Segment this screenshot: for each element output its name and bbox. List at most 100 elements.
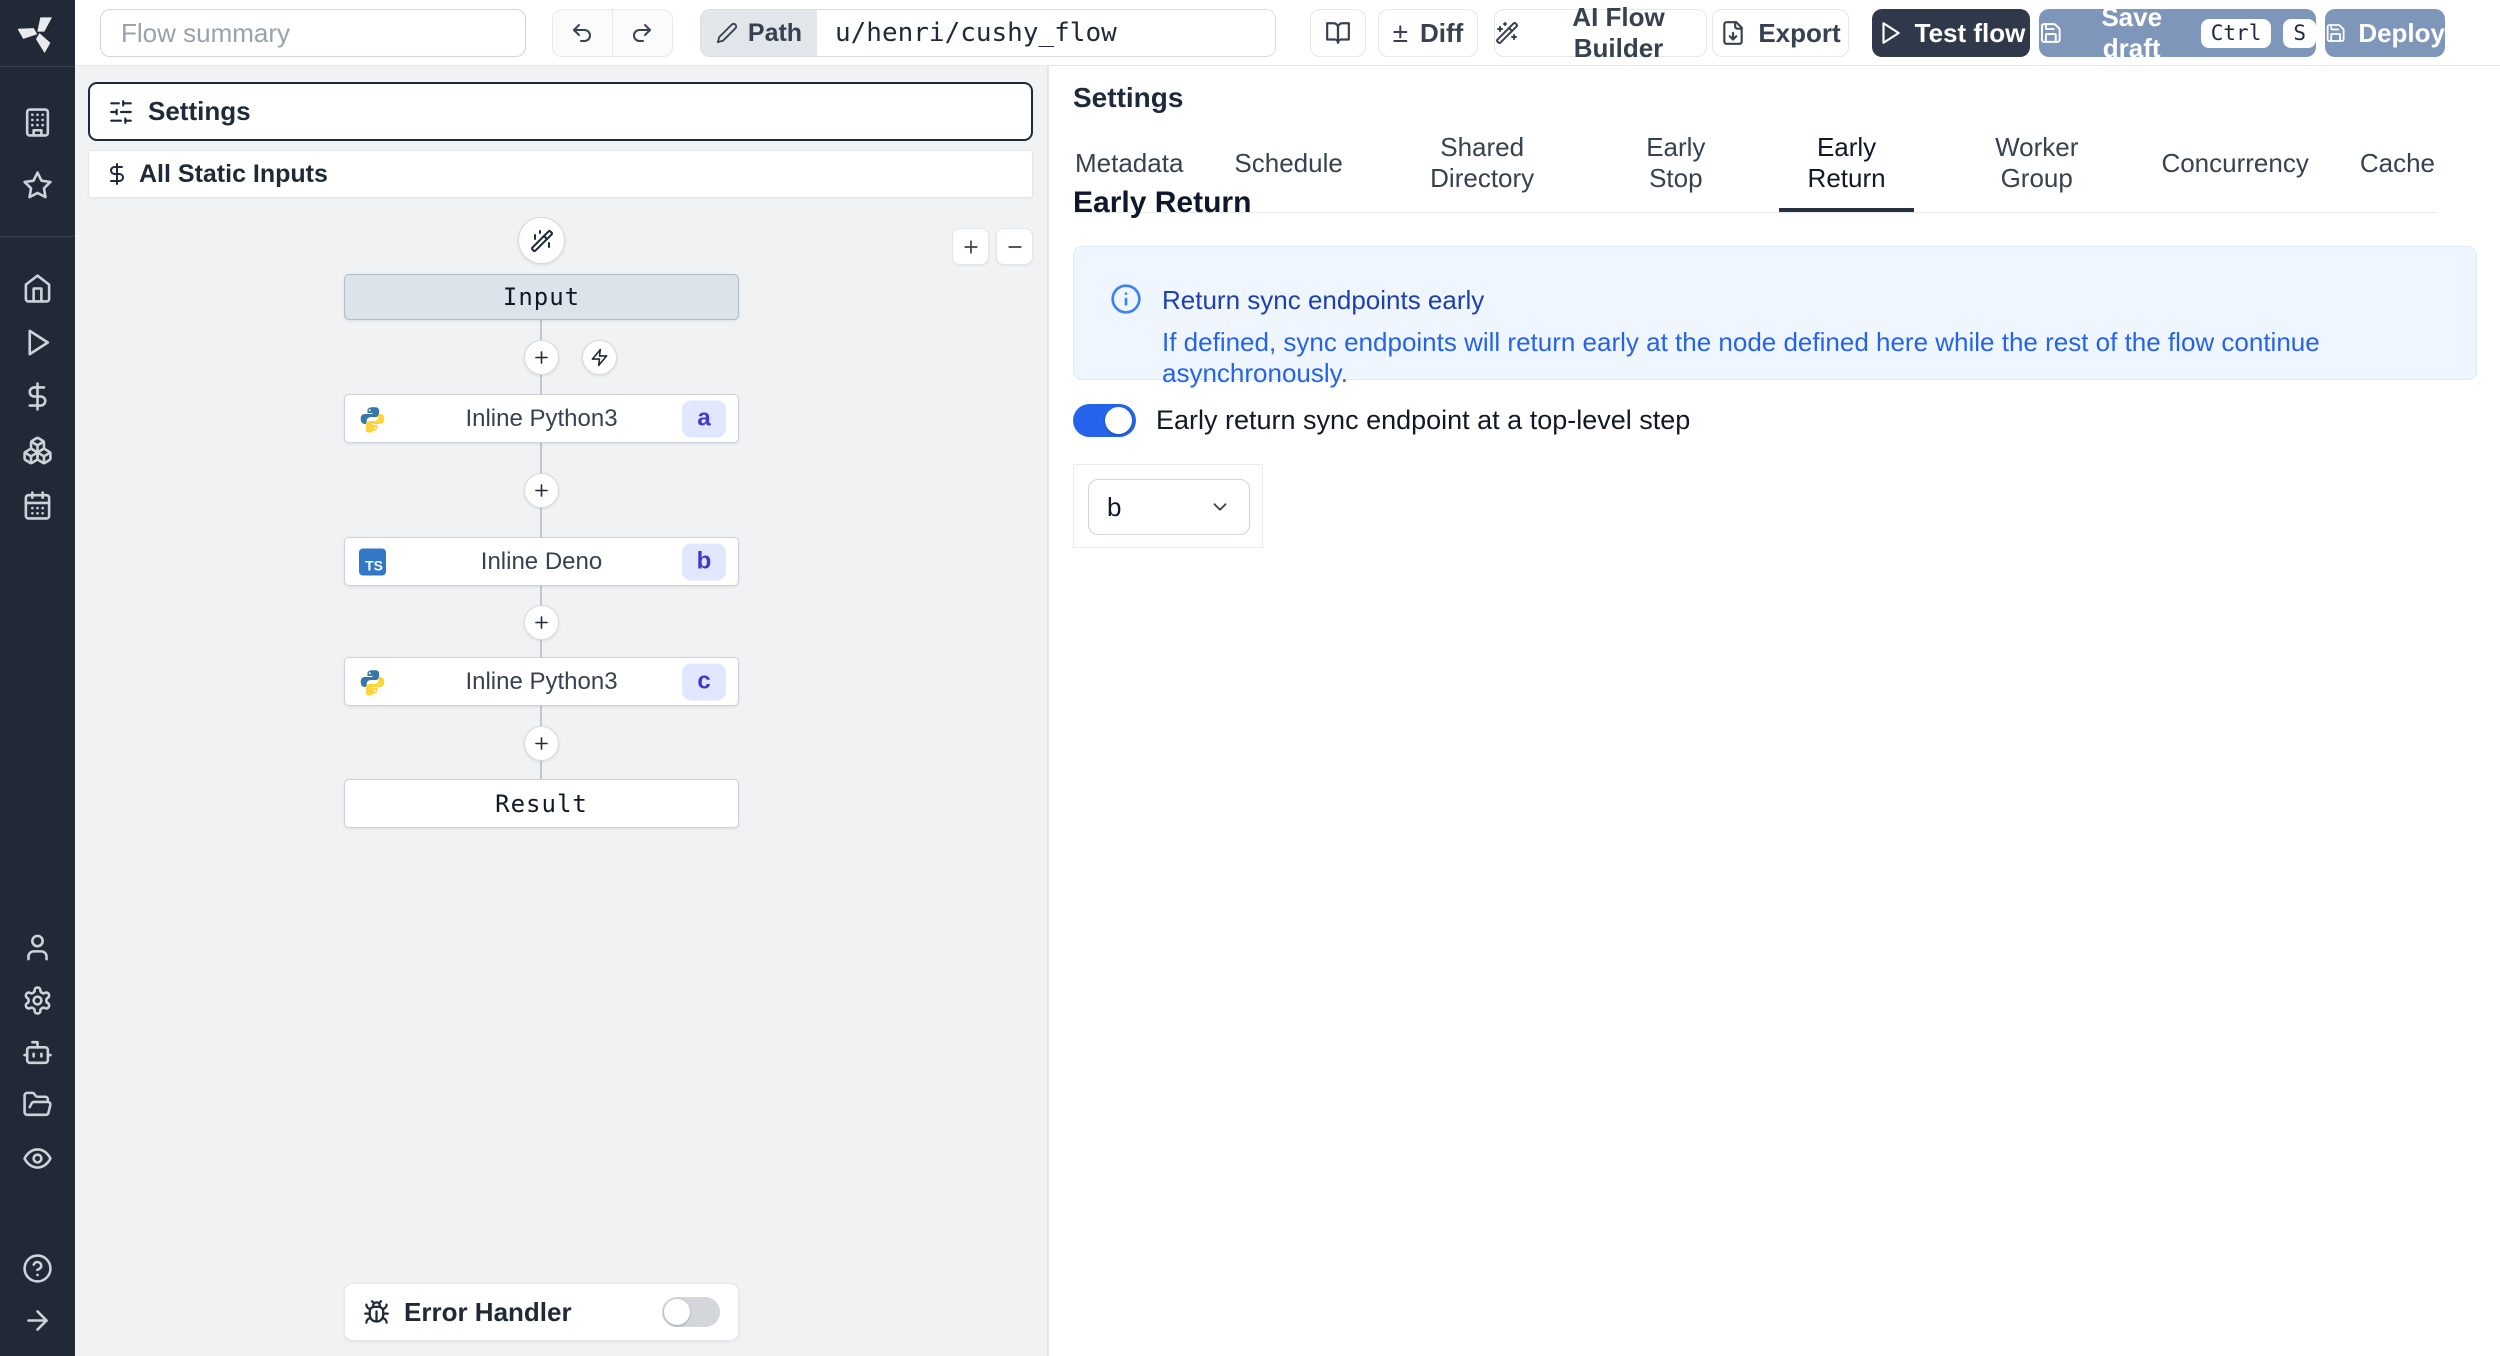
test-flow-button[interactable]: Test flow xyxy=(1872,9,2030,57)
minus-icon xyxy=(1007,245,1022,248)
zoom-out-button[interactable] xyxy=(996,228,1033,265)
flow-settings-label: Settings xyxy=(148,96,251,126)
robot-icon xyxy=(23,1040,52,1065)
app-sidebar xyxy=(0,0,75,1356)
plus-icon xyxy=(535,737,548,750)
flow-editor-panel: Settings All Static Inputs Input Inline … xyxy=(75,66,1048,1356)
sidebar-resources-button[interactable] xyxy=(22,435,53,466)
early-return-info-box: Return sync endpoints early If defined, … xyxy=(1073,246,2477,388)
step-id-badge: b xyxy=(682,543,726,580)
error-handler-node[interactable]: Error Handler xyxy=(344,1283,739,1341)
sidebar-variables-button[interactable] xyxy=(22,381,53,412)
step-id-badge: c xyxy=(682,663,726,700)
flow-toolbar: Path ± Diff AI Flow Builder Export Test … xyxy=(75,0,2500,66)
step-node-a[interactable]: Inline Python3 a xyxy=(344,394,739,443)
ai-flow-builder-button[interactable]: AI Flow Builder xyxy=(1494,2,1707,63)
dollar-icon xyxy=(110,163,124,185)
step-node-label: Inline Python3 xyxy=(465,404,618,432)
bug-icon xyxy=(364,1299,389,1324)
undo-button[interactable] xyxy=(553,10,613,56)
sidebar-workers-button[interactable] xyxy=(22,1037,53,1068)
add-step-button[interactable] xyxy=(524,726,559,761)
early-return-toggle[interactable] xyxy=(1073,404,1136,437)
early-return-toggle-row: Early return sync endpoint at a top-leve… xyxy=(1073,404,1690,437)
plus-icon xyxy=(535,484,548,497)
wand-sparkles-icon xyxy=(530,229,553,252)
save-draft-button[interactable]: Save draft Ctrl S xyxy=(2039,2,2316,63)
step-node-b[interactable]: TS Inline Deno b xyxy=(344,537,739,586)
pencil-icon xyxy=(716,22,737,44)
sidebar-help-button[interactable] xyxy=(22,1253,53,1284)
flow-settings-button[interactable]: Settings xyxy=(88,82,1033,141)
plus-icon xyxy=(963,239,978,254)
early-return-toggle-label: Early return sync endpoint at a top-leve… xyxy=(1156,405,1691,435)
result-node-label: Result xyxy=(495,789,588,818)
docs-button[interactable] xyxy=(1310,9,1366,57)
error-handler-toggle[interactable] xyxy=(662,1297,720,1327)
zoom-in-button[interactable] xyxy=(952,228,989,265)
flow-summary-input[interactable] xyxy=(100,9,526,57)
user-icon xyxy=(27,934,48,961)
sidebar-schedules-button[interactable] xyxy=(22,490,53,521)
windmill-flow-editor: Path ± Diff AI Flow Builder Export Test … xyxy=(0,0,2500,1356)
sidebar-folders-button[interactable] xyxy=(22,1089,53,1120)
test-flow-label: Test flow xyxy=(1914,17,2026,48)
step-node-c[interactable]: Inline Python3 c xyxy=(344,657,739,706)
play-icon xyxy=(1882,22,1900,44)
add-trigger-button[interactable] xyxy=(582,340,617,375)
info-icon xyxy=(1111,284,1141,314)
plus-icon xyxy=(535,616,548,629)
folder-open-icon xyxy=(23,1091,52,1117)
windmill-logo-icon[interactable] xyxy=(18,13,58,53)
flow-path-input[interactable] xyxy=(817,10,1275,56)
tab-early-return[interactable]: Early Return xyxy=(1779,124,1914,212)
sliders-icon xyxy=(110,99,132,124)
sidebar-home-button[interactable] xyxy=(22,273,53,304)
sidebar-expand-button[interactable] xyxy=(22,1305,53,1336)
zap-icon xyxy=(591,348,608,367)
export-button-label: Export xyxy=(1758,17,1841,48)
early-return-step-select[interactable]: b xyxy=(1088,479,1250,535)
redo-icon xyxy=(633,24,652,42)
deploy-button[interactable]: Deploy xyxy=(2325,9,2445,57)
input-node[interactable]: Input xyxy=(344,274,739,320)
toggle-knob xyxy=(664,1299,690,1325)
flow-summary-field-wrap xyxy=(100,9,526,57)
sidebar-settings-button[interactable] xyxy=(22,985,53,1016)
add-step-button[interactable] xyxy=(524,473,559,508)
sidebar-runs-button[interactable] xyxy=(22,327,53,358)
wand-sparkles-icon xyxy=(1496,21,1519,44)
flow-settings-panel: Settings Metadata Schedule Shared Direct… xyxy=(1048,66,2500,1356)
result-node[interactable]: Result xyxy=(344,779,739,828)
all-static-inputs-label: All Static Inputs xyxy=(139,159,328,188)
path-button-label: Path xyxy=(747,18,803,47)
tab-concurrency[interactable]: Concurrency xyxy=(2159,124,2310,212)
add-step-button[interactable] xyxy=(524,605,559,640)
ai-flow-builder-label: AI Flow Builder xyxy=(1572,2,1665,63)
book-open-icon xyxy=(1326,22,1350,44)
ai-step-wand-button[interactable] xyxy=(518,217,565,264)
sidebar-workspace-button[interactable] xyxy=(22,107,53,138)
info-box-body: If defined, sync endpoints will return e… xyxy=(1162,327,2320,388)
undo-icon xyxy=(573,24,592,42)
sidebar-favorites-button[interactable] xyxy=(22,170,53,201)
dollar-icon xyxy=(28,382,47,411)
sidebar-audit-logs-button[interactable] xyxy=(22,1143,53,1174)
diff-button[interactable]: ± Diff xyxy=(1378,9,1478,57)
tab-early-stop[interactable]: Early Stop xyxy=(1620,124,1733,212)
save-draft-label: Save draft xyxy=(2101,2,2163,63)
gear-icon xyxy=(24,986,51,1015)
building-icon xyxy=(25,108,50,137)
edit-path-button[interactable]: Path xyxy=(701,10,817,56)
tab-cache[interactable]: Cache xyxy=(2358,124,2437,212)
tab-shared-directory[interactable]: Shared Directory xyxy=(1392,124,1573,212)
export-button[interactable]: Export xyxy=(1712,9,1849,57)
all-static-inputs-button[interactable]: All Static Inputs xyxy=(88,150,1033,198)
settings-panel-title: Settings xyxy=(1073,82,1184,113)
add-step-button[interactable] xyxy=(524,340,559,375)
sidebar-users-button[interactable] xyxy=(22,932,53,963)
step-node-label: Inline Deno xyxy=(480,547,603,575)
save-icon xyxy=(2326,24,2345,42)
redo-button[interactable] xyxy=(613,10,673,56)
tab-worker-group[interactable]: Worker Group xyxy=(1961,124,2112,212)
